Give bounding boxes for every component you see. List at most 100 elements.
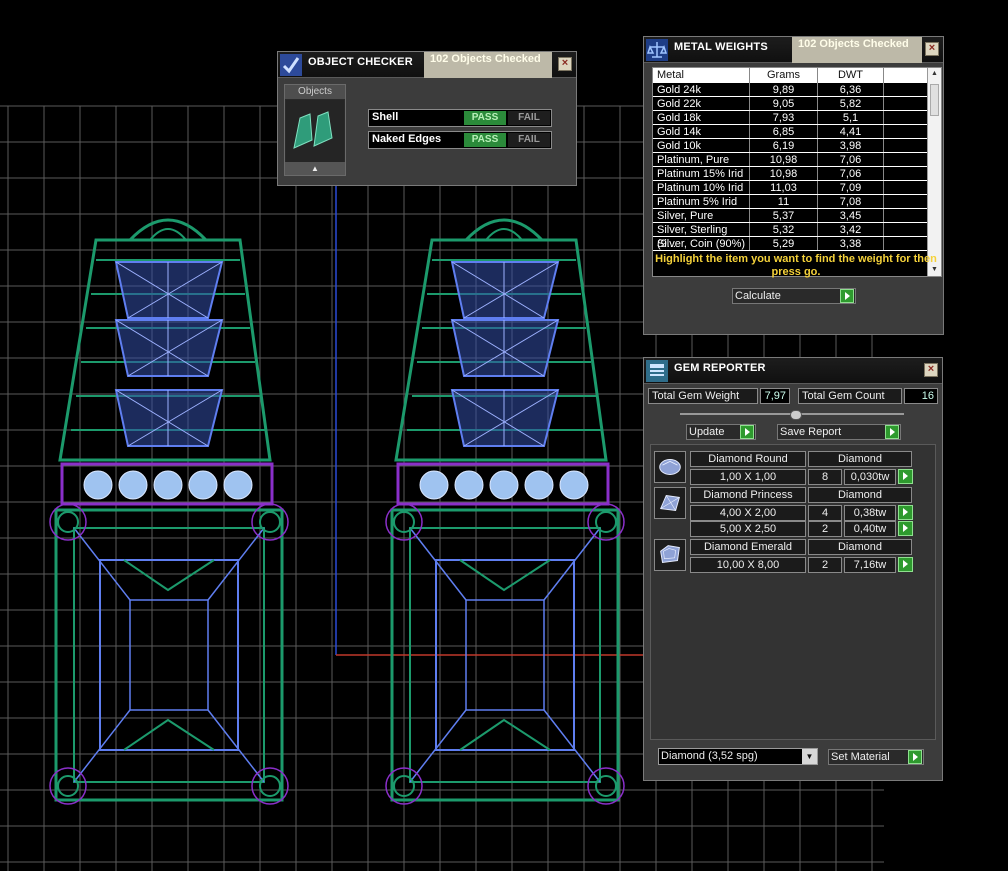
cell-metal: Silver, Sterling (9... [653,223,750,250]
cell-metal: Silver, Pure [653,209,750,222]
table-header: Metal Grams DWT [653,68,927,83]
column-header-grams[interactable]: Grams [750,68,818,83]
cell-dwt: 3,45 [818,209,884,222]
gem-reporter-panel: GEM REPORTER × Total Gem Weight 7,97 Tot… [643,357,943,781]
gem-reporter-titlebar[interactable]: GEM REPORTER × [644,358,942,384]
gem-weight: 0,40tw [844,521,896,537]
cell-grams: 9,05 [750,97,818,110]
cell-grams: 5,29 [750,237,818,250]
check-fail-button[interactable]: FAIL [508,133,550,147]
metal-weights-close-button[interactable]: × [925,42,939,56]
save-report-button[interactable]: Save Report [777,424,901,440]
scroll-thumb[interactable] [930,84,939,116]
model-round-stone [489,470,519,500]
gem-weight: 0,38tw [844,505,896,521]
cell-empty [884,111,927,124]
gem-count: 8 [808,469,842,485]
model-inner-arc [149,228,187,241]
model-corner-prong-inner [57,775,79,797]
cell-grams: 5,32 [750,223,818,236]
table-row[interactable]: Platinum 15% Irid 10,98 7,06 [653,167,927,181]
table-row[interactable]: Silver, Sterling (9... 5,32 3,42 [653,223,927,250]
cell-empty [884,83,927,96]
cell-metal: Gold 10k [653,139,750,152]
cell-metal: Gold 24k [653,83,750,96]
table-row[interactable]: Platinum 10% Irid 11,03 7,09 [653,181,927,195]
scroll-up-icon[interactable]: ▲ [928,68,941,80]
gem-slider-handle[interactable] [790,410,802,420]
gem-weight: 7,16tw [844,557,896,573]
model-lattice-block [114,319,224,377]
round-diamond-icon [654,451,686,483]
table-row[interactable]: Silver, Coin (90%) 5,29 3,38 [653,237,927,251]
check-fail-button[interactable]: FAIL [508,111,550,125]
object-checker-panel: OBJECT CHECKER 102 Objects Checked × Obj… [277,51,577,186]
gem-reporter-title: GEM REPORTER [674,362,766,374]
metal-weights-table[interactable]: Metal Grams DWT Gold 24k 9,89 6,36 Gold 22… [652,67,942,277]
calculate-label: Calculate [735,290,781,302]
table-row[interactable]: Silver, Pure 5,37 3,45 [653,209,927,223]
cell-empty [884,125,927,138]
object-checker-title: OBJECT CHECKER [308,56,413,68]
cell-dwt: 3,38 [818,237,884,250]
update-button[interactable]: Update [686,424,756,440]
model-round-stone [153,470,183,500]
table-row[interactable]: Gold 24k 9,89 6,36 [653,83,927,97]
metal-weights-count: 102 Objects Checked [792,37,922,63]
material-select[interactable]: Diamond (3,52 spg) ▼ [658,748,818,765]
model-corner-prong-inner [57,511,79,533]
go-arrow-icon[interactable] [908,750,922,764]
check-name: Shell [372,111,399,123]
gem-go-arrow-icon[interactable] [898,469,913,484]
object-checker-close-button[interactable]: × [558,57,572,71]
total-weight-value: 7,97 [760,388,790,404]
cell-empty [884,181,927,194]
cell-empty [884,153,927,166]
model-lower-outline [54,508,284,802]
model-round-stone [223,470,253,500]
objects-scroll-up-button[interactable]: ▲ [285,162,345,175]
gem-go-arrow-icon[interactable] [898,521,913,536]
object-checker-titlebar[interactable]: OBJECT CHECKER 102 Objects Checked × [278,52,576,78]
column-header-metal[interactable]: Metal [653,68,750,83]
model-lower-inner [73,527,265,783]
model-round-stone [83,470,113,500]
model-lattice-block [114,389,224,447]
chevron-down-icon[interactable]: ▼ [802,749,817,764]
cell-dwt: 3,42 [818,223,884,236]
model-lattice-block [114,261,224,319]
go-arrow-icon[interactable] [885,425,899,439]
column-header-extra[interactable] [884,68,927,83]
update-label: Update [689,426,725,438]
table-row[interactable]: Gold 22k 9,05 5,82 [653,97,927,111]
gem-go-arrow-icon[interactable] [898,557,913,572]
table-row[interactable]: Gold 18k 7,93 5,1 [653,111,927,125]
table-row[interactable]: Platinum, Pure 10,98 7,06 [653,153,927,167]
model-round-stone [118,470,148,500]
table-row[interactable]: Platinum 5% Irid 11 7,08 [653,195,927,209]
gem-reporter-close-button[interactable]: × [924,363,938,377]
go-arrow-icon[interactable] [840,289,854,303]
gem-go-arrow-icon[interactable] [898,505,913,520]
calculate-button[interactable]: Calculate [732,288,856,304]
objects-preview [286,100,344,162]
model-emerald-table [129,599,209,711]
table-row[interactable]: Gold 14k 6,85 4,41 [653,125,927,139]
set-material-button[interactable]: Set Material [828,749,924,765]
cell-dwt: 3,98 [818,139,884,152]
objects-thumbnail-box[interactable]: Objects ▲ [284,84,346,176]
column-header-dwt[interactable]: DWT [818,68,884,83]
cell-grams: 10,98 [750,153,818,166]
check-pass-button[interactable]: PASS [464,133,506,147]
scale-icon [646,39,668,61]
metal-weights-titlebar[interactable]: METAL WEIGHTS 102 Objects Checked × [644,37,943,63]
object-checker-count: 102 Objects Checked [424,52,552,78]
table-scrollbar[interactable]: ▲ ▼ [927,68,941,276]
gem-list: Diamond Round Diamond 1,00 X 1,00 8 0,03… [650,444,936,740]
check-pass-button[interactable]: PASS [464,111,506,125]
objects-label: Objects [285,85,345,99]
metal-weights-title: METAL WEIGHTS [674,41,768,53]
material-select-value: Diamond (3,52 spg) [661,750,758,762]
table-row[interactable]: Gold 10k 6,19 3,98 [653,139,927,153]
go-arrow-icon[interactable] [740,425,754,439]
